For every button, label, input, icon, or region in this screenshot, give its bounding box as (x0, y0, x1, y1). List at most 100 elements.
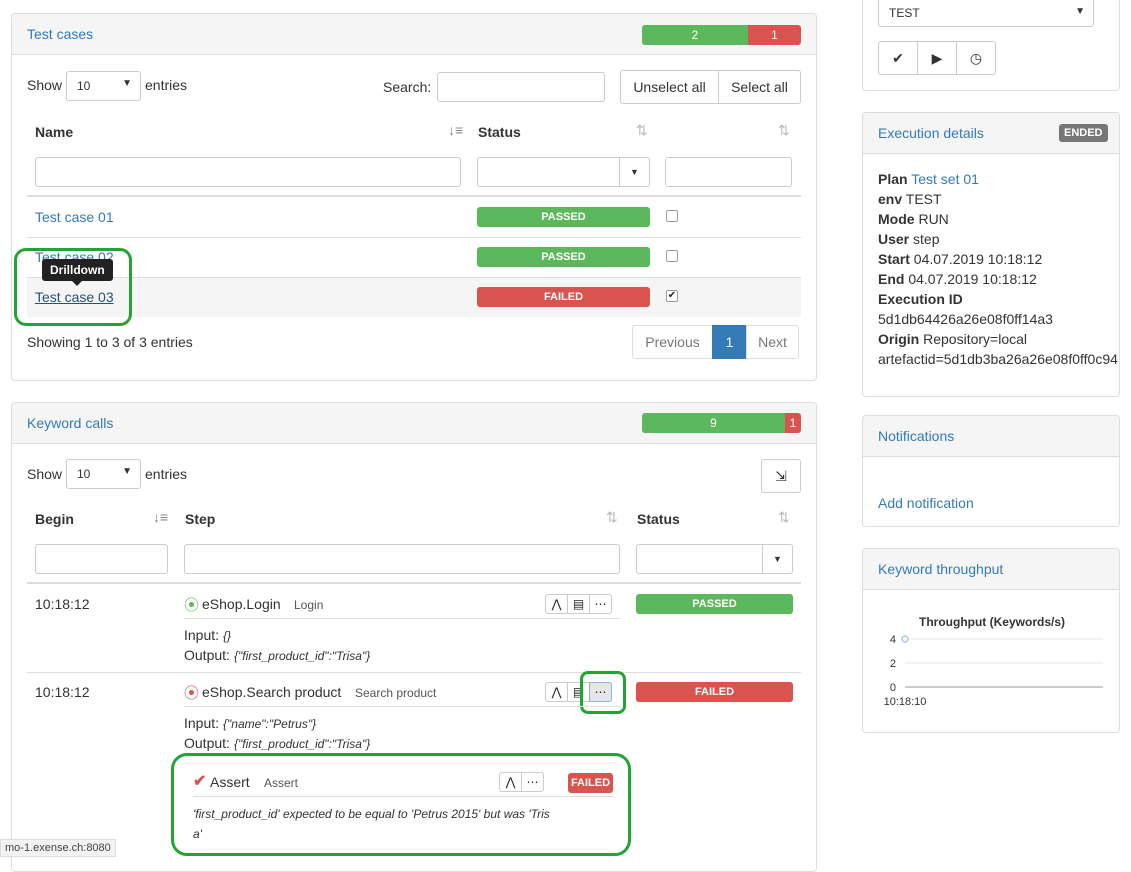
entries-label: entries (145, 77, 188, 93)
keyword-calls-panel: Keyword calls 9 1 Show 10 ▼ entries ⇲ Be… (11, 402, 817, 872)
column-header-status[interactable]: Status (637, 511, 680, 527)
output-label: Output: (184, 647, 230, 663)
environment-select[interactable]: TEST ▼ (878, 0, 1094, 27)
keyword-throughput-heading: Keyword throughput (863, 549, 1119, 590)
highlight-ring (580, 671, 626, 714)
execution-details-title[interactable]: Execution details (878, 125, 984, 141)
selection-filter-input[interactable] (665, 157, 792, 187)
mode-label: Mode (878, 211, 915, 227)
y-tick-label: 4 (890, 634, 896, 646)
schedule-button[interactable]: ◷ (956, 41, 996, 75)
test-case-link[interactable]: Test case 01 (35, 209, 114, 225)
sort-icon[interactable]: ⇅ (636, 122, 648, 139)
plan-label: Plan (878, 171, 908, 187)
pagination: Previous 1 Next (632, 325, 799, 359)
keyword-desc: Search product (355, 686, 437, 700)
export-button[interactable]: ⇲ (761, 459, 801, 493)
start-value: 04.07.2019 10:18:12 (913, 251, 1043, 267)
end-label: End (878, 271, 905, 287)
tree-icon[interactable]: ⋀ (545, 594, 568, 614)
show-label: Show (27, 77, 63, 93)
current-page-button[interactable]: 1 (712, 325, 747, 359)
row-checkbox[interactable] (666, 210, 678, 222)
caret-down-icon: ▼ (619, 158, 649, 186)
mode-value: RUN (918, 211, 949, 227)
previous-page-button[interactable]: Previous (632, 325, 713, 359)
sort-asc-icon[interactable]: ↓≡ (448, 122, 463, 138)
next-page-button[interactable]: Next (746, 325, 799, 359)
search-input[interactable] (437, 72, 605, 102)
keyword-calls-heading: Keyword calls 9 1 (12, 403, 816, 444)
environment-value: TEST (889, 6, 920, 20)
list-icon[interactable]: ▤ (567, 594, 590, 614)
y-tick-label: 0 (890, 682, 896, 694)
status-badge: FAILED (477, 287, 650, 307)
user-value: step (913, 231, 940, 247)
row-checkbox-checked[interactable]: ✔ (666, 290, 678, 302)
status-filter-select[interactable]: ▼ (477, 157, 650, 187)
start-label: Start (878, 251, 910, 267)
sort-icon[interactable]: ⇅ (778, 122, 790, 139)
env-label: env (878, 191, 903, 207)
user-label: User (878, 231, 910, 247)
column-header-status[interactable]: Status (478, 124, 521, 140)
plan-link[interactable]: Test set 01 (911, 171, 979, 187)
check-button[interactable]: ✔ (878, 41, 918, 75)
status-badge: ENDED (1059, 124, 1108, 142)
play-button[interactable]: ▶ (917, 41, 957, 75)
begin-filter-input[interactable] (35, 544, 168, 574)
status-badge: PASSED (636, 594, 793, 614)
tree-icon[interactable]: ⋀ (545, 682, 568, 702)
name-filter-input[interactable] (35, 157, 461, 187)
column-header-begin[interactable]: Begin (35, 511, 74, 527)
output-value: {"first_product_id":"Trisa"} (234, 737, 371, 751)
more-icon[interactable]: ⋯ (589, 594, 612, 614)
page-size-select[interactable]: 10 ▼ (66, 459, 141, 489)
test-cases-panel: Test cases 2 1 Show 10 ▼ entries Search:… (11, 13, 817, 381)
input-label: Input: (184, 715, 220, 731)
input-value: {"name":"Petrus"} (223, 717, 317, 731)
add-notification-link[interactable]: Add notification (878, 495, 974, 511)
keyword-begin-time: 10:18:12 (35, 684, 90, 700)
column-header-step[interactable]: Step (185, 511, 215, 527)
column-header-name[interactable]: Name (35, 124, 73, 140)
export-icon: ⇲ (775, 467, 787, 484)
env-value: TEST (905, 191, 942, 207)
output-value: {"first_product_id":"Trisa"} (234, 649, 371, 663)
keyword-throughput-title[interactable]: Keyword throughput (878, 561, 1003, 577)
test-cases-progress: 2 1 (642, 25, 801, 45)
caret-down-icon: ▼ (122, 78, 132, 89)
check-icon: ✔ (892, 49, 904, 66)
unselect-all-button[interactable]: Unselect all (620, 70, 719, 104)
notifications-title[interactable]: Notifications (878, 428, 954, 444)
highlight-ring (14, 248, 132, 326)
keyword-name[interactable]: eShop.Login (202, 596, 281, 612)
page-size-value: 10 (77, 79, 91, 93)
execution-id-value: 5d1db64426a26e08f0ff14a3 (878, 311, 1053, 327)
end-value: 04.07.2019 10:18:12 (908, 271, 1037, 287)
sort-icon[interactable]: ⇅ (606, 509, 618, 526)
execution-details-heading: Execution details ENDED (863, 113, 1119, 154)
input-value: {} (223, 629, 232, 643)
entries-label: entries (145, 466, 188, 482)
sort-asc-icon[interactable]: ↓≡ (153, 509, 168, 525)
step-filter-input[interactable] (184, 544, 620, 574)
test-cases-title[interactable]: Test cases (27, 26, 93, 42)
keyword-desc: Login (294, 598, 324, 612)
test-cases-heading: Test cases 2 1 (12, 14, 816, 55)
sort-icon[interactable]: ⇅ (778, 509, 790, 526)
execution-id-label: Execution ID (878, 291, 963, 307)
clock-icon: ◷ (969, 49, 983, 66)
table-row-hover-bg (27, 278, 801, 317)
keyword-name[interactable]: eShop.Search product (202, 684, 341, 700)
page-size-select[interactable]: 10 ▼ (66, 71, 141, 101)
progress-passed: 9 (642, 413, 785, 433)
chart-title: Throughput (Keywords/s) (919, 615, 1065, 629)
page-size-value: 10 (77, 467, 91, 481)
play-icon: ▶ (931, 49, 943, 66)
keyword-calls-title[interactable]: Keyword calls (27, 415, 113, 431)
select-all-button[interactable]: Select all (718, 70, 801, 104)
row-checkbox[interactable] (666, 250, 678, 262)
origin-value: Repository=local (923, 331, 1028, 347)
status-filter-select[interactable]: ▼ (636, 544, 793, 574)
